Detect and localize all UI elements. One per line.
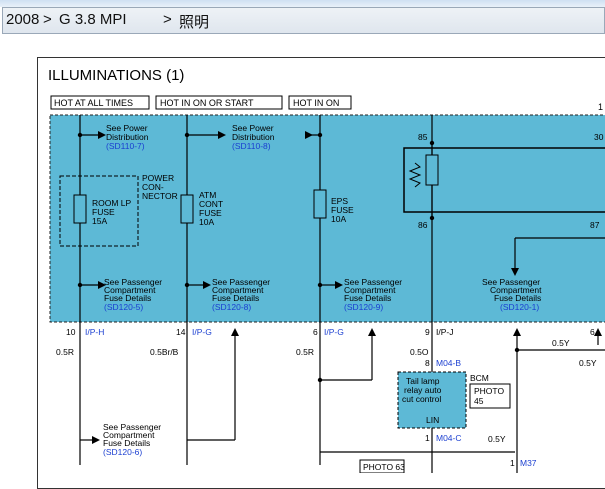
see-power-1-link[interactable]: (SD110-7) <box>106 141 145 151</box>
lin-label: LIN <box>426 415 439 425</box>
relay-pin-87: 87 <box>590 220 600 230</box>
connector-m37[interactable]: M37 <box>520 458 537 468</box>
connector-ip-j[interactable]: I/P-J <box>436 327 453 337</box>
wiring-diagram: ILLUMINATIONS (1) HOT AT ALL TIMES HOT I… <box>48 67 605 473</box>
relay-pin-30: 30 <box>594 132 604 142</box>
pass-fuse-3-link[interactable]: (SD120-9) <box>344 302 383 312</box>
wire-0-5y-1: 0.5Y <box>552 338 570 348</box>
pass-fuse-5-link[interactable]: (SD120-6) <box>103 447 142 457</box>
photo-63-label: PHOTO 63 <box>363 462 405 472</box>
pin-6b: 6 <box>590 327 595 337</box>
page-marker: 1 <box>598 102 603 112</box>
wire-0-5r-1: 0.5R <box>56 347 74 357</box>
wire-0-5y-2: 0.5Y <box>579 358 597 368</box>
pin-1b: 1 <box>510 458 515 468</box>
bcm-label: BCM <box>470 373 489 383</box>
see-power-2-link[interactable]: (SD110-8) <box>232 141 271 151</box>
photo-45-line1: PHOTO <box>474 386 504 396</box>
power-connector-line3: NECTOR <box>142 191 178 201</box>
pin-9: 9 <box>425 327 430 337</box>
relay-pin-85: 85 <box>418 132 428 142</box>
connector-m04-c[interactable]: M04-C <box>436 433 462 443</box>
wire-0-5r-2: 0.5R <box>296 347 314 357</box>
atm-fuse-line4: 10A <box>199 217 214 227</box>
wire-0-5o: 0.5O <box>410 347 429 357</box>
diagram-title: ILLUMINATIONS (1) <box>48 67 184 84</box>
pin-6a: 6 <box>313 327 318 337</box>
photo-45-line2: 45 <box>474 396 484 406</box>
power-label-hot-in-on: HOT IN ON <box>293 98 339 108</box>
connector-ip-g-2[interactable]: I/P-G <box>324 327 344 337</box>
room-fuse-line3: 15A <box>92 216 107 226</box>
pin-10: 10 <box>66 327 76 337</box>
connector-ip-g-1[interactable]: I/P-G <box>192 327 212 337</box>
connector-ip-h[interactable]: I/P-H <box>85 327 104 337</box>
pass-fuse-1-link[interactable]: (SD120-5) <box>104 302 143 312</box>
wire-0-5br-b: 0.5Br/B <box>150 347 179 357</box>
relay-pin-86: 86 <box>418 220 428 230</box>
pin-8: 8 <box>425 358 430 368</box>
power-label-hot-at-all-times: HOT AT ALL TIMES <box>54 98 133 108</box>
connector-m04-b[interactable]: M04-B <box>436 358 461 368</box>
bcm-box-line3: cut control <box>402 394 441 404</box>
eps-fuse-line3: 10A <box>331 214 346 224</box>
wire-0-5y-3: 0.5Y <box>488 434 506 444</box>
pass-fuse-4-link[interactable]: (SD120-1) <box>500 302 539 312</box>
pin-1a: 1 <box>425 433 430 443</box>
pin-14: 14 <box>176 327 186 337</box>
pass-fuse-2-link[interactable]: (SD120-8) <box>212 302 251 312</box>
power-label-hot-in-on-or-start: HOT IN ON OR START <box>160 98 254 108</box>
